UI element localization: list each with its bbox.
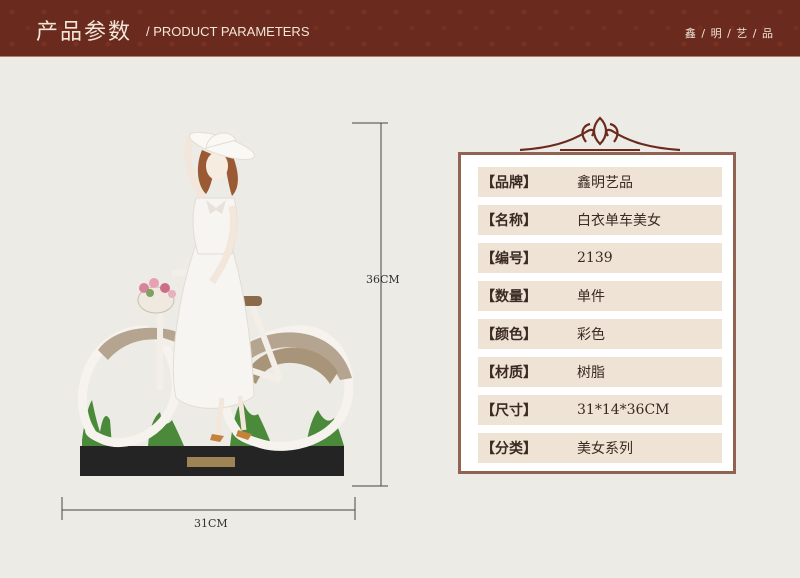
brand-label: 鑫 / 明 / 艺 / 品 — [684, 27, 774, 40]
param-row-quantity: 【数量】 单件 — [478, 281, 722, 311]
woman-figure — [172, 130, 255, 442]
param-label: 【数量】 — [481, 289, 537, 305]
ornament-icon — [519, 116, 681, 152]
param-row-category: 【分类】 美女系列 — [478, 433, 722, 463]
param-row-name: 【名称】 白衣单车美女 — [478, 205, 722, 235]
param-value: 单件 — [577, 289, 605, 305]
height-label: 36CM — [366, 273, 400, 286]
param-row-material: 【材质】 树脂 — [478, 357, 722, 387]
param-label: 【品牌】 — [481, 175, 537, 191]
param-label: 【编号】 — [481, 251, 537, 267]
param-value: 白衣单车美女 — [577, 213, 661, 229]
param-value: 彩色 — [577, 327, 605, 343]
param-row-number: 【编号】 2139 — [478, 243, 722, 273]
page-subtitle: / PRODUCT PARAMETERS — [146, 24, 310, 39]
param-value: 鑫明艺品 — [577, 175, 633, 191]
param-label: 【颜色】 — [481, 327, 537, 343]
param-label: 【尺寸】 — [481, 403, 537, 419]
param-label: 【分类】 — [481, 441, 537, 457]
parameters-table: 【品牌】 鑫明艺品 【名称】 白衣单车美女 【编号】 2139 【数量】 单件 … — [458, 152, 736, 474]
page-title: 产品参数 — [36, 20, 133, 45]
base-plaque — [187, 457, 235, 467]
param-row-color: 【颜色】 彩色 — [478, 319, 722, 349]
header-banner: 产品参数 / PRODUCT PARAMETERS 鑫 / 明 / 艺 / 品 — [0, 0, 800, 56]
param-value: 2139 — [577, 250, 613, 266]
param-row-brand: 【品牌】 鑫明艺品 — [478, 167, 722, 197]
param-row-size: 【尺寸】 31*14*36CM — [478, 395, 722, 425]
product-figure — [61, 122, 388, 520]
param-value: 31*14*36CM — [577, 402, 670, 418]
param-value: 美女系列 — [577, 441, 633, 457]
width-label: 31CM — [194, 517, 228, 530]
param-value: 树脂 — [577, 365, 605, 381]
param-label: 【名称】 — [481, 213, 537, 229]
param-label: 【材质】 — [481, 365, 537, 381]
height-dimension-line — [352, 122, 388, 487]
banner-divider — [0, 56, 800, 57]
